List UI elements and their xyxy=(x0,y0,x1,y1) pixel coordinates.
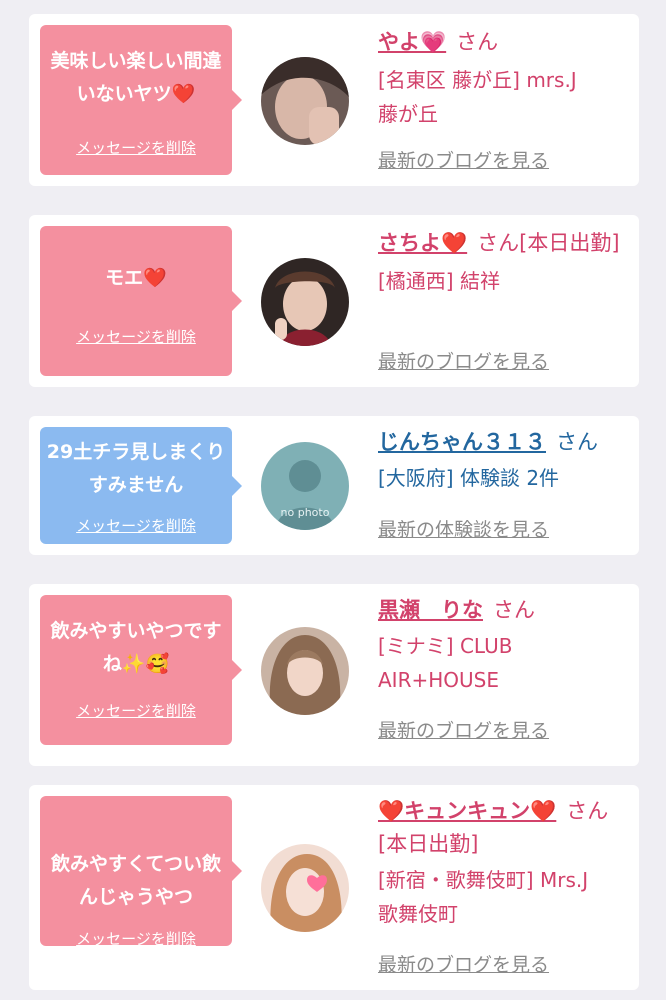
delete-message-link[interactable]: メッセージを削除 xyxy=(40,515,232,536)
message-text: 飲みやすいやつですね✨🥰 xyxy=(50,620,222,675)
latest-blog-link[interactable]: 最新のブログを見る xyxy=(378,146,549,173)
list-item: モエ❤️ メッセージを削除 さちよ❤️ さん[本日出勤] [橘通西] 結祥 最新の… xyxy=(29,215,639,387)
list-item: 美味しい楽しい間違いないヤツ❤️ メッセージを削除 やよ💗 さん [名東区 藤が丘… xyxy=(29,14,639,186)
message-list: 美味しい楽しい間違いないヤツ❤️ メッセージを削除 やよ💗 さん [名東区 藤が丘… xyxy=(0,0,666,1000)
user-name-link[interactable]: ❤️キュンキュン❤️ xyxy=(378,799,556,823)
message-bubble: 飲みやすくてつい飲んじゃうやつ メッセージを削除 xyxy=(40,796,242,949)
delete-message-link[interactable]: メッセージを削除 xyxy=(40,326,232,347)
user-meta: [大阪府] 体験談 2件 xyxy=(378,466,560,490)
user-info: ❤️キュンキュン❤️ さん[本日出勤] [新宿・歌舞伎町] Mrs.J 歌舞伎町 xyxy=(378,795,628,931)
delete-message-link[interactable]: メッセージを削除 xyxy=(40,928,232,949)
latest-blog-link[interactable]: 最新のブログを見る xyxy=(378,347,549,374)
list-item: 29土チラ見しまくりすみません メッセージを削除 no photo じんちゃん３… xyxy=(29,416,639,555)
user-meta: [ミナミ] CLUB AIR+HOUSE xyxy=(378,634,513,692)
user-info: 黒瀬 りな さん [ミナミ] CLUB AIR+HOUSE xyxy=(378,594,628,697)
honorific: さん xyxy=(456,30,499,54)
message-text: モエ❤️ xyxy=(105,267,167,289)
list-item: 飲みやすくてつい飲んじゃうやつ メッセージを削除 ❤️キュンキュン❤️ さん[本日… xyxy=(29,785,639,990)
honorific: さん xyxy=(556,430,598,454)
user-name-link[interactable]: さちよ❤️ xyxy=(378,231,467,255)
honorific: さん xyxy=(493,598,535,622)
user-name-link[interactable]: 黒瀬 りな xyxy=(378,598,483,622)
latest-blog-link[interactable]: 最新のブログを見る xyxy=(378,716,549,743)
user-info: じんちゃん３１３ さん [大阪府] 体験談 2件 xyxy=(378,426,638,495)
latest-review-link[interactable]: 最新の体験談を見る xyxy=(378,515,549,542)
message-bubble: モエ❤️ メッセージを削除 xyxy=(40,226,242,376)
avatar[interactable] xyxy=(261,57,349,145)
no-photo-label: no photo xyxy=(281,506,330,519)
message-text: 美味しい楽しい間違いないヤツ❤️ xyxy=(50,50,222,105)
message-bubble: 飲みやすいやつですね✨🥰 メッセージを削除 xyxy=(40,595,242,745)
message-text: 29土チラ見しまくりすみません xyxy=(46,441,226,496)
user-name-link[interactable]: やよ💗 xyxy=(378,30,446,54)
user-meta: [新宿・歌舞伎町] Mrs.J 歌舞伎町 xyxy=(378,868,589,926)
message-bubble: 美味しい楽しい間違いないヤツ❤️ メッセージを削除 xyxy=(40,25,242,175)
honorific: さん[本日出勤] xyxy=(477,231,620,255)
user-meta: [名東区 藤が丘] mrs.J 藤が丘 xyxy=(378,68,577,126)
latest-blog-link[interactable]: 最新のブログを見る xyxy=(378,950,549,977)
user-info: さちよ❤️ さん[本日出勤] [橘通西] 結祥 xyxy=(378,227,628,298)
user-meta: [橘通西] 結祥 xyxy=(378,269,500,293)
list-item: 飲みやすいやつですね✨🥰 メッセージを削除 黒瀬 りな さん [ミナミ] CLUB… xyxy=(29,584,639,766)
delete-message-link[interactable]: メッセージを削除 xyxy=(40,700,232,721)
avatar[interactable] xyxy=(261,627,349,715)
message-text: 飲みやすくてつい飲んじゃうやつ xyxy=(50,853,222,908)
user-name-link[interactable]: じんちゃん３１３ xyxy=(378,430,546,454)
user-info: やよ💗 さん [名東区 藤が丘] mrs.J 藤が丘 xyxy=(378,26,628,131)
avatar[interactable] xyxy=(261,844,349,932)
avatar[interactable] xyxy=(261,258,349,346)
message-bubble: 29土チラ見しまくりすみません メッセージを削除 xyxy=(40,427,242,544)
delete-message-link[interactable]: メッセージを削除 xyxy=(40,137,232,158)
avatar[interactable]: no photo xyxy=(261,442,349,530)
